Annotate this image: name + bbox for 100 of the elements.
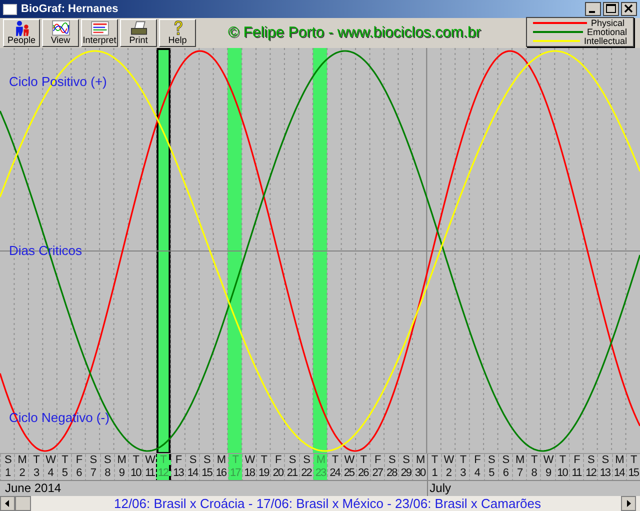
day-number: 2 <box>19 467 24 480</box>
weekday-label: F <box>474 454 480 467</box>
day-number: 21 <box>286 467 298 480</box>
day-number: 24 <box>330 467 340 480</box>
legend-label: Physical <box>591 18 625 28</box>
day-number: 17 <box>230 467 240 480</box>
day-number: 1 <box>432 467 437 480</box>
weekday-label: M <box>216 454 226 467</box>
weekday-label: W <box>444 454 454 467</box>
month-label: June 2014 <box>4 481 62 496</box>
maximize-icon[interactable] <box>603 2 619 16</box>
day-number: 26 <box>358 467 368 480</box>
weekday-label: M <box>117 454 126 467</box>
day-number: 4 <box>474 467 480 480</box>
weekday-label: T <box>559 454 566 467</box>
weekday-label: T <box>62 454 68 467</box>
weekday-label: W <box>145 454 155 467</box>
weekday-label: S <box>488 454 494 467</box>
waves-icon <box>50 20 72 36</box>
day-number: 4 <box>48 467 53 480</box>
weekday-label: F <box>374 454 380 467</box>
weekday-label: F <box>574 454 580 467</box>
scroll-bar[interactable]: 12/06: Brasil x Croácia - 17/06: Brasil x México - 23/06: Brasil x Camarões <box>0 496 640 511</box>
day-number: 13 <box>600 467 610 480</box>
scroll-right-icon[interactable] <box>621 496 636 511</box>
day-number: 3 <box>460 467 466 480</box>
day-number: 18 <box>244 467 254 480</box>
weekday-label: S <box>588 454 594 467</box>
weekday-label: T <box>232 454 238 467</box>
day-number: 6 <box>76 467 82 480</box>
weekday-label: W <box>244 454 254 467</box>
day-number: 15 <box>628 467 638 480</box>
day-number: 2 <box>446 467 452 480</box>
toolbar-button[interactable]: People <box>3 19 40 47</box>
day-number: 8 <box>104 467 110 480</box>
day-number: 16 <box>216 467 226 480</box>
toolbar-button[interactable]: Interpret <box>81 19 118 47</box>
day-number: 23 <box>315 467 326 480</box>
day-number: 11 <box>572 467 582 480</box>
weekday-label: S <box>90 454 96 467</box>
day-number: 10 <box>557 467 568 480</box>
day-number: 22 <box>301 467 312 480</box>
day-number: 14 <box>614 467 624 480</box>
minimize-icon[interactable] <box>585 2 601 16</box>
day-number: 13 <box>173 467 184 480</box>
day-number: 5 <box>62 467 68 480</box>
day-number: 19 <box>258 467 269 480</box>
close-icon[interactable] <box>621 2 637 16</box>
toolbar-button[interactable]: View <box>42 19 79 47</box>
legend-label: Intellectual <box>584 36 627 46</box>
day-number: 15 <box>202 467 212 480</box>
match-schedule-text: 12/06: Brasil x Croácia - 17/06: Brasil x México - 23/06: Brasil x Camarões <box>112 497 542 510</box>
weekday-label: T <box>431 454 438 467</box>
day-number: 5 <box>488 467 494 480</box>
scroll-thumb[interactable] <box>15 496 31 511</box>
weekday-label: T <box>460 454 466 467</box>
weekday-label: M <box>416 454 424 467</box>
weekday-label: T <box>260 454 266 467</box>
weekday-label: W <box>543 454 553 467</box>
weekday-label: S <box>4 454 11 467</box>
weekday-label: M <box>516 454 524 467</box>
weekday-label: T <box>132 454 138 467</box>
day-number: 7 <box>90 467 96 480</box>
weekday-label: S <box>288 454 296 467</box>
document-icon <box>88 20 110 36</box>
toolbar-button[interactable]: Print <box>120 19 157 47</box>
weekday-label: S <box>189 454 196 467</box>
weekday-label: M <box>615 454 624 467</box>
weekday-label: W <box>344 454 354 467</box>
day-number: 12 <box>586 467 596 480</box>
weekday-label: S <box>303 454 310 467</box>
day-number: 6 <box>502 467 508 480</box>
weekday-label: T <box>33 454 39 467</box>
day-number: 14 <box>187 467 198 480</box>
day-number: 30 <box>414 467 426 480</box>
weekday-label: S <box>104 454 110 467</box>
day-number: 25 <box>344 467 354 480</box>
app-icon <box>3 4 17 14</box>
day-number: 7 <box>517 467 522 480</box>
day-number: 3 <box>33 467 39 480</box>
day-number: 1 <box>5 467 10 480</box>
weekday-label: M <box>18 454 26 467</box>
banner-text: © Felipe Porto - www.biociclos.com.br <box>228 22 481 43</box>
weekday-label: T <box>332 454 338 467</box>
weekday-label: T <box>530 454 537 467</box>
day-number: 8 <box>531 467 536 480</box>
legend-label: Emotional <box>586 28 627 36</box>
weekday-label: T <box>360 454 366 467</box>
weekday-label: S <box>402 454 409 467</box>
day-number: 20 <box>272 467 283 480</box>
day-number: 12 <box>158 467 168 480</box>
weekday-label: W <box>46 454 55 467</box>
day-number: 28 <box>386 467 397 480</box>
day-number: 9 <box>118 467 124 480</box>
toolbar-button[interactable]: Help <box>159 19 196 47</box>
day-number: 29 <box>400 467 411 480</box>
weekday-label: S <box>502 454 509 467</box>
scroll-left-icon[interactable] <box>0 496 15 511</box>
window-title: BioGraf: Hernanes <box>21 4 118 14</box>
weekday-label: F <box>175 454 182 467</box>
